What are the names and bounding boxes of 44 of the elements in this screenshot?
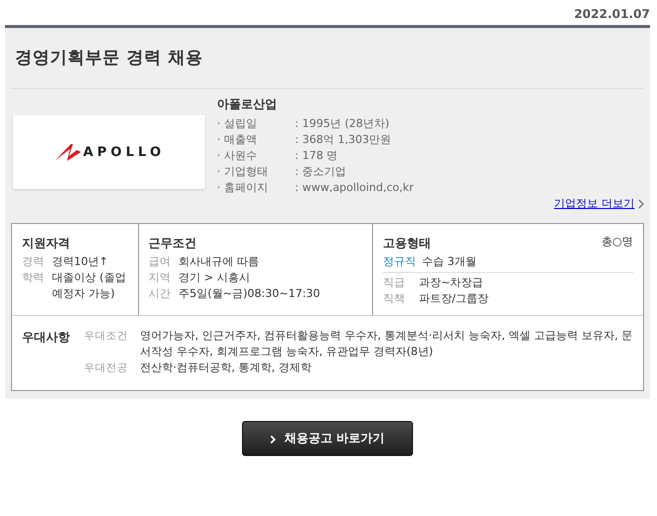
apply-button[interactable]: 채용공고 바로가기 [242,420,413,456]
posting-date: 2022.01.07 [573,6,650,23]
fact-label: · 기업형태 [217,164,269,180]
field-value: 경기 > 시흥시 [178,270,250,286]
employment-type: 정규직 [382,254,416,270]
field-value: 주5일(월~금)08:30~17:30 [178,286,320,302]
field-value: 회사내규에 따름 [178,254,260,270]
section-heading: 고용형태 [382,234,431,252]
company-info-link[interactable]: 기업정보 더보기 [554,197,634,210]
fact-label: · 홈페이지 [217,180,269,196]
field-label: 학력 [22,270,45,286]
field-value: 파트장/그룹장 [418,290,489,307]
field-label: 직급 [382,274,406,291]
company-name: 아폴로산업 [217,96,278,114]
chevron-right-icon [638,199,644,210]
field-label: 우대조건 [84,328,129,344]
field-label: 급여 [148,254,172,270]
job-title: 경영기획부문 경력 채용 [14,47,204,70]
field-value: 과장~차장급 [418,274,484,291]
fact-value: : 368억 1,303만원 [295,132,392,148]
fact-value: : 중소기업 [295,164,346,180]
field-label: 시간 [148,286,172,302]
logo-mark-icon [53,142,84,162]
field-value: 경력10년↑ [52,254,108,270]
field-label: 지역 [148,270,172,286]
section-heading: 근무조건 [148,234,198,252]
fact-value: : 1995년 (28년차) [295,116,390,132]
fact-label: · 사원수 [217,148,258,164]
field-value: 전산학·컴퓨터공학, 통계학, 경제학 [140,360,312,376]
fact-label: · 매출액 [217,132,258,148]
fact-value: : www,apolloind,co,kr [295,180,414,196]
field-label: 우대전공 [84,360,129,376]
fact-label: · 설립일 [217,116,258,132]
section-heading: 우대사항 [22,328,71,346]
fact-value: : 178 명 [295,148,338,164]
headcount: 총○명 [601,234,633,250]
section-heading: 지원자격 [22,234,71,252]
field-label: 경력 [22,254,45,270]
chevron-right-icon [270,434,276,444]
probation-note: 수습 3개월 [422,254,476,270]
field-value: 대졸이상 (졸업예정자 가능) [52,270,127,302]
logo-text: APOLLO [83,144,165,162]
field-value: 영어가능자, 인근거주자, 컴퓨터활용능력 우수자, 통계분석·리서치 능숙자, 엑셀 고급능력 보유자, 문서작성 우수자, 회계프로그램 능숙자, 유관업무 경력자(8년) [140,328,633,360]
field-label: 직책 [382,290,406,307]
